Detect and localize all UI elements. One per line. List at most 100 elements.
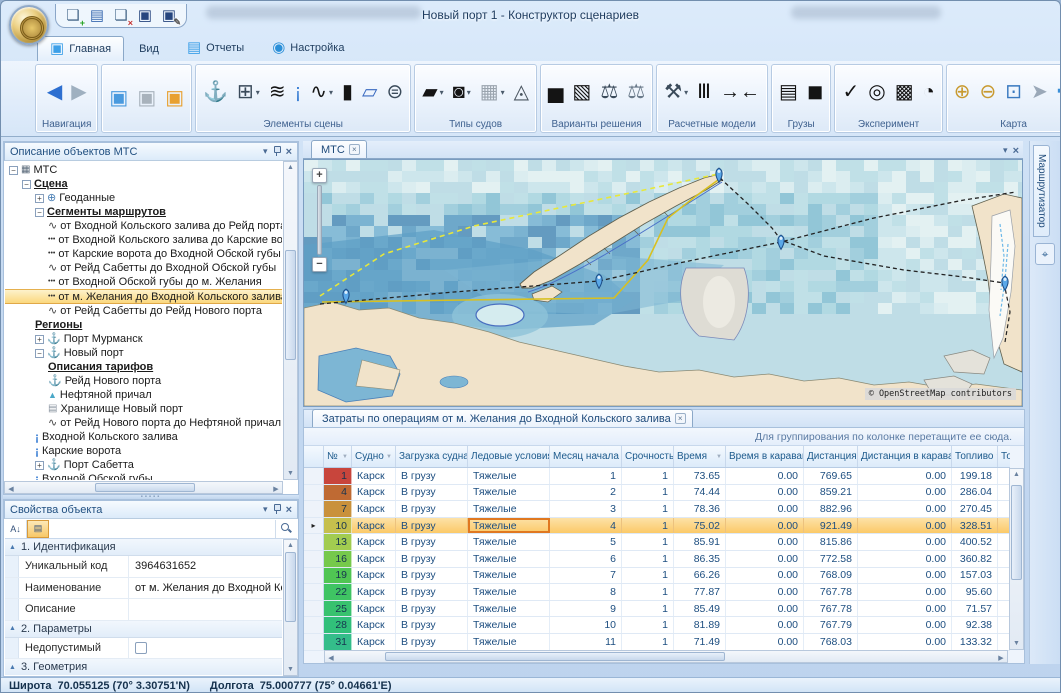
table-cell[interactable]: 1: [622, 551, 674, 567]
table-cell[interactable]: 78.36: [674, 501, 726, 517]
tree-item[interactable]: ¡Входной Кольского залива: [5, 430, 282, 444]
table-cell[interactable]: Карск: [352, 501, 396, 517]
map-pan-button[interactable]: ✚: [1057, 79, 1061, 105]
new-document-button[interactable]: ❏+: [62, 6, 84, 26]
table-cell[interactable]: 328.51: [952, 518, 998, 534]
table-cell[interactable]: В грузу: [396, 485, 468, 501]
table-cell[interactable]: 71.57: [952, 601, 998, 617]
table-cell[interactable]: Карск: [352, 568, 396, 584]
table-cell[interactable]: 0.00: [858, 551, 952, 567]
table-cell[interactable]: 769.65: [804, 468, 858, 484]
close-icon[interactable]: ×: [286, 147, 292, 157]
table-row[interactable]: 28КарскВ грузуТяжелые10181.890.00767.790…: [304, 617, 1010, 634]
column-header-Ледовые условия[interactable]: Ледовые условия▼: [468, 446, 550, 467]
table-cell[interactable]: Карск: [352, 634, 396, 650]
sort-alphabetical-button[interactable]: А↓: [5, 520, 27, 538]
map-zoom-in-button[interactable]: +: [312, 168, 327, 183]
tab-Главная[interactable]: ▣Главная: [37, 36, 124, 62]
column-header-Топ[interactable]: Топ▼: [998, 446, 1010, 467]
tree-item[interactable]: +⊕Геоданные: [5, 191, 282, 205]
table-cell[interactable]: 2: [550, 485, 622, 501]
tree-item[interactable]: •••от Входной Обской губы до м. Желания: [5, 275, 282, 289]
collapse-icon[interactable]: −: [9, 166, 18, 175]
router-icon[interactable]: ⌖: [1035, 243, 1055, 265]
table-cell[interactable]: 1: [622, 534, 674, 550]
table-cell[interactable]: 0.00: [726, 534, 804, 550]
property-category[interactable]: ▲1. Идентификация: [5, 539, 282, 556]
expand-icon[interactable]: +: [35, 194, 44, 203]
table-row[interactable]: 31КарскВ грузуТяжелые11171.490.00768.030…: [304, 634, 1010, 651]
map-zoom-out-button[interactable]: ⊖: [979, 79, 996, 105]
table-cell[interactable]: 133.32: [952, 634, 998, 650]
table-cell[interactable]: В грузу: [396, 551, 468, 567]
moored-ship-button[interactable]: ◬: [514, 79, 529, 105]
target-button[interactable]: ◎: [868, 79, 885, 105]
tab-Отчеты[interactable]: ▤Отчеты: [174, 35, 257, 61]
scenario-block-copy-button[interactable]: ▣: [137, 85, 156, 111]
tree-item[interactable]: Регионы: [5, 318, 282, 332]
table-cell[interactable]: 81.89: [674, 617, 726, 633]
table-row[interactable]: 13КарскВ грузуТяжелые5185.910.00815.860.…: [304, 534, 1010, 551]
column-header-Загрузка судна[interactable]: Загрузка судна▼: [396, 446, 468, 467]
time-cost-clock-button[interactable]: ◔: [923, 79, 935, 105]
table-cell[interactable]: Тяжелые: [468, 584, 550, 600]
collapse-icon[interactable]: −: [35, 349, 44, 358]
table-cell[interactable]: 1: [622, 501, 674, 517]
tree-item[interactable]: ⚓Рейд Нового порта: [5, 374, 282, 388]
map-canvas[interactable]: + − © OpenStreetMap contributors: [303, 159, 1023, 407]
table-cell[interactable]: Тяжелые: [468, 634, 550, 650]
table-cell[interactable]: 0.00: [858, 568, 952, 584]
table-cell[interactable]: 0.00: [726, 485, 804, 501]
map-zoom-out-button[interactable]: −: [312, 257, 327, 272]
table-cell[interactable]: 0.00: [726, 634, 804, 650]
expand-icon[interactable]: +: [35, 335, 44, 344]
table-cell[interactable]: 9: [550, 601, 622, 617]
table-cell[interactable]: 75.02: [674, 518, 726, 534]
close-icon[interactable]: ×: [286, 505, 292, 515]
table-cell[interactable]: В грузу: [396, 601, 468, 617]
table-cell[interactable]: 157.03: [952, 568, 998, 584]
map-cursor-button[interactable]: ➤: [1031, 79, 1048, 105]
property-value[interactable]: [129, 599, 282, 620]
property-value[interactable]: 3964631652: [129, 556, 282, 577]
table-cell[interactable]: 8: [550, 584, 622, 600]
ships-grid-button[interactable]: ▦▾: [480, 79, 505, 105]
tree-item[interactable]: +⚓Порт Сабетта: [5, 458, 282, 472]
table-cell[interactable]: 3: [550, 501, 622, 517]
map-tab-mtc[interactable]: МТС ×: [311, 140, 367, 158]
filter-icon[interactable]: ▼: [384, 454, 392, 460]
table-cell[interactable]: 767.79: [804, 617, 858, 633]
table-cell[interactable]: Тяжелые: [468, 601, 550, 617]
router-panel-tab[interactable]: Маршрутизатор: [1033, 145, 1050, 237]
table-cell[interactable]: 815.86: [804, 534, 858, 550]
table-cell[interactable]: В грузу: [396, 584, 468, 600]
battery-button[interactable]: ▮: [342, 79, 353, 105]
table-cell[interactable]: 0.00: [726, 568, 804, 584]
table-cell[interactable]: Тяжелые: [468, 568, 550, 584]
hammer-model-button[interactable]: ⚒▾: [664, 79, 688, 105]
table-cell[interactable]: 1: [622, 568, 674, 584]
table-vertical-scrollbar[interactable]: ▲▼: [1009, 468, 1024, 650]
table-cell[interactable]: 1: [550, 468, 622, 484]
tree-item[interactable]: ▤Хранилище Новый порт: [5, 402, 282, 416]
tree-item[interactable]: ∿от Рейд Нового порта до Нефтяной причал: [5, 416, 282, 430]
table-cell[interactable]: Тяжелые: [468, 518, 550, 534]
table-cell[interactable]: 859.21: [804, 485, 858, 501]
panel-menu-icon[interactable]: ▾: [1003, 145, 1008, 156]
table-cell[interactable]: Карск: [352, 534, 396, 550]
property-category[interactable]: ▲3. Геометрия: [5, 659, 282, 675]
table-cell[interactable]: 286.04: [952, 485, 998, 501]
table-cell[interactable]: 0.00: [858, 485, 952, 501]
table-cell[interactable]: 11: [550, 634, 622, 650]
table-cell[interactable]: 0.00: [726, 501, 804, 517]
table-row[interactable]: 22КарскВ грузуТяжелые8177.870.00767.780.…: [304, 584, 1010, 601]
tree-item[interactable]: ¡Входной Обской губы: [5, 472, 282, 480]
close-icon[interactable]: ×: [349, 144, 360, 155]
table-cell[interactable]: 86.35: [674, 551, 726, 567]
table-cell[interactable]: Тяжелые: [468, 551, 550, 567]
table-cell[interactable]: 0.00: [858, 518, 952, 534]
experiment-run-button[interactable]: ▩: [895, 79, 914, 105]
table-cell[interactable]: 0.00: [858, 601, 952, 617]
table-cell[interactable]: 768.09: [804, 568, 858, 584]
table-cell[interactable]: 882.96: [804, 501, 858, 517]
